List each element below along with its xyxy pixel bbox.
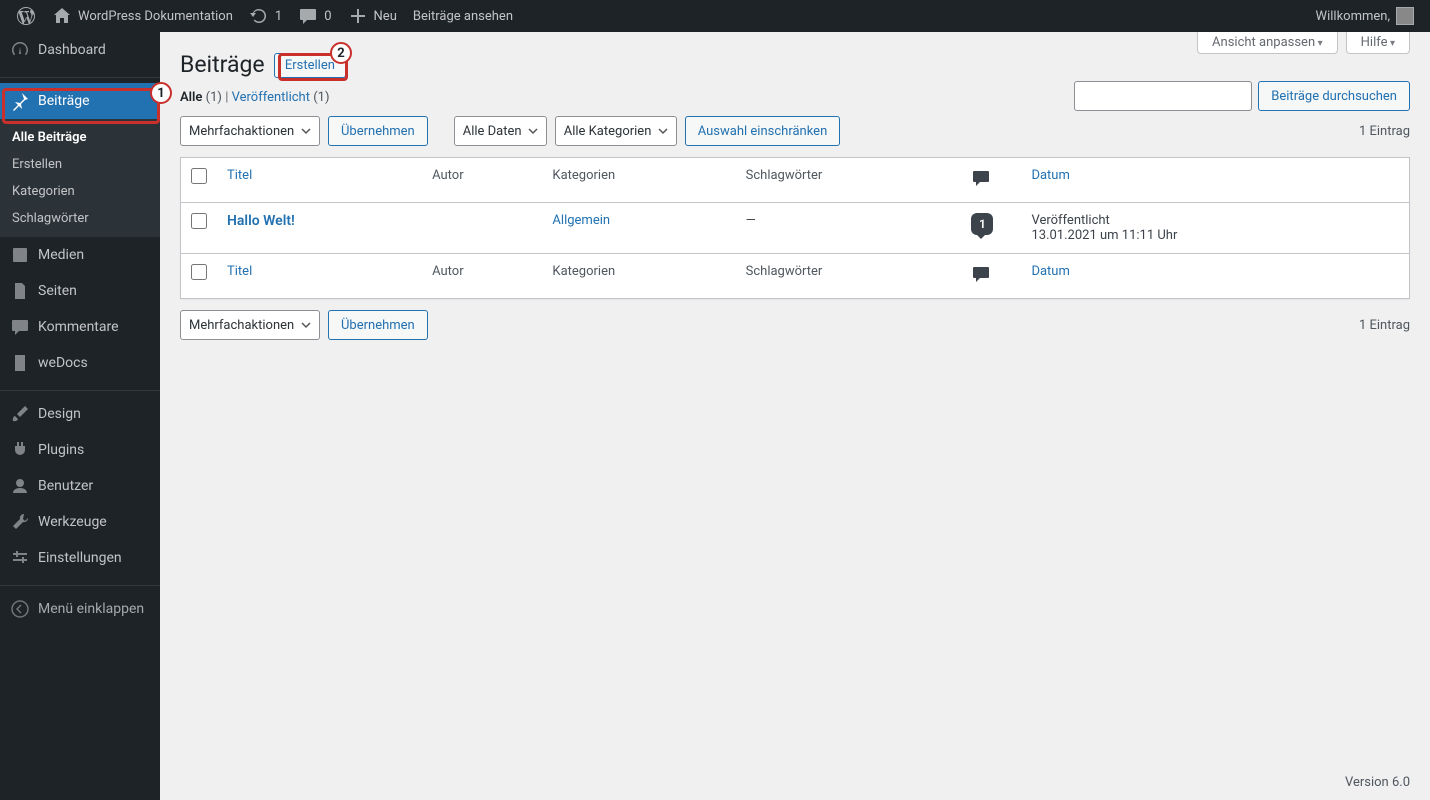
col-categories-ft: Kategorien (542, 253, 735, 298)
wp-logo[interactable] (8, 0, 44, 32)
filter-dates[interactable]: Alle Daten (454, 116, 547, 146)
annotation-2-number: 2 (330, 42, 352, 64)
post-comment-count[interactable]: 1 (971, 213, 993, 235)
wordpress-icon (16, 6, 36, 26)
menu-tools[interactable]: Werkzeuge (0, 504, 160, 540)
brush-icon (10, 404, 30, 424)
col-comments[interactable] (961, 158, 1021, 203)
submenu-all-posts[interactable]: Alle Beiträge (0, 124, 160, 151)
submenu-categories[interactable]: Kategorien (0, 178, 160, 205)
tablenav-bottom: Mehrfachaktionen Übernehmen 1 Eintrag (180, 307, 1410, 343)
tablenav-top: Mehrfachaktionen Übernehmen Alle Daten A… (180, 113, 1410, 149)
submenu-tags[interactable]: Schlagwörter (0, 205, 160, 232)
search-input[interactable] (1074, 81, 1252, 111)
menu-dashboard[interactable]: Dashboard (0, 32, 160, 68)
col-date-ft[interactable]: Datum (1021, 253, 1409, 298)
bulk-apply-top[interactable]: Übernehmen (328, 116, 428, 146)
comments-count: 0 (324, 9, 331, 24)
comment-icon (298, 6, 318, 26)
row-checkbox[interactable] (191, 213, 207, 229)
page-title: Beiträge (180, 42, 265, 82)
menu-comments[interactable]: Kommentare (0, 309, 160, 345)
col-date[interactable]: Datum (1021, 158, 1409, 203)
submenu-create-post[interactable]: Erstellen (0, 151, 160, 178)
media-icon (10, 245, 30, 265)
settings-icon (10, 548, 30, 568)
col-title[interactable]: Titel (217, 158, 422, 203)
col-categories: Kategorien (542, 158, 735, 203)
view-published[interactable]: Veröffentlicht (1) (232, 90, 330, 105)
posts-table: Titel Autor Kategorien Schlagwörter Datu… (180, 157, 1410, 299)
bulk-apply-bottom[interactable]: Übernehmen (328, 310, 428, 340)
screen-options-btn[interactable]: Ansicht anpassen (1197, 32, 1338, 54)
view-all[interactable]: Alle (1) (180, 90, 222, 105)
pages-icon (10, 281, 30, 301)
site-name: WordPress Dokumentation (78, 9, 233, 24)
post-title-link[interactable]: Hallo Welt! (227, 213, 295, 229)
select-all-top[interactable] (191, 168, 207, 184)
help-btn[interactable]: Hilfe (1346, 32, 1410, 54)
welcome-user[interactable]: Willkommen, (1308, 0, 1422, 32)
post-category-link[interactable]: Allgemein (552, 213, 610, 228)
post-date: Veröffentlicht13.01.2021 um 11:11 Uhr (1021, 203, 1409, 253)
site-link[interactable]: WordPress Dokumentation (44, 0, 241, 32)
comment-col-icon (971, 168, 991, 188)
collapse-icon (10, 599, 30, 619)
page-body: Ansicht anpassen Hilfe Beiträge Erstelle… (160, 32, 1430, 800)
menu-plugins[interactable]: Plugins (0, 432, 160, 468)
comments-link[interactable]: 0 (290, 0, 339, 32)
bulk-action-select-top[interactable]: Mehrfachaktionen (180, 116, 320, 146)
menu-users[interactable]: Benutzer (0, 468, 160, 504)
item-count-bottom: 1 Eintrag (1359, 318, 1410, 333)
screen-meta: Ansicht anpassen Hilfe (1197, 32, 1410, 54)
dashboard-icon (10, 40, 30, 60)
col-author-ft: Autor (422, 253, 542, 298)
user-icon (10, 476, 30, 496)
bulk-action-select-bottom[interactable]: Mehrfachaktionen (180, 310, 320, 340)
submenu-posts: Alle Beiträge Erstellen Kategorien Schla… (0, 119, 160, 237)
wrench-icon (10, 512, 30, 532)
select-all-bottom[interactable] (191, 264, 207, 280)
menu-collapse[interactable]: Menü einklappen (0, 591, 160, 627)
col-title-ft[interactable]: Titel (217, 253, 422, 298)
admin-bar: WordPress Dokumentation 1 0 Neu Beiträge… (0, 0, 1430, 32)
admin-menu: Dashboard Beiträge Alle Beiträge Erstell… (0, 32, 160, 800)
menu-posts[interactable]: Beiträge (0, 83, 160, 119)
menu-design[interactable]: Design (0, 396, 160, 432)
plugin-icon (10, 440, 30, 460)
menu-settings[interactable]: Einstellungen (0, 540, 160, 576)
col-tags: Schlagwörter (736, 158, 962, 203)
docs-icon (10, 353, 30, 373)
filter-categories[interactable]: Alle Kategorien (555, 116, 677, 146)
search-box: Beiträge durchsuchen (1074, 81, 1410, 111)
col-comments-ft[interactable] (961, 253, 1021, 298)
comments-icon (10, 317, 30, 337)
home-icon (52, 6, 72, 26)
filter-apply[interactable]: Auswahl einschränken (685, 116, 841, 146)
menu-media[interactable]: Medien (0, 237, 160, 273)
footer-version: Version 6.0 (1345, 775, 1410, 790)
view-posts-link[interactable]: Beiträge ansehen (405, 0, 521, 32)
post-author (422, 203, 542, 253)
refresh-icon (249, 6, 269, 26)
col-tags-ft: Schlagwörter (736, 253, 962, 298)
annotation-1-number: 1 (150, 82, 172, 104)
avatar-icon (1396, 7, 1414, 25)
updates-link[interactable]: 1 (241, 0, 290, 32)
comment-col-icon (971, 264, 991, 284)
pin-icon (10, 91, 30, 111)
search-button[interactable]: Beiträge durchsuchen (1258, 81, 1410, 111)
new-content-link[interactable]: Neu (340, 0, 405, 32)
table-row: Hallo Welt! Allgemein — 1 Veröffentlicht… (181, 203, 1409, 253)
plus-icon (348, 6, 368, 26)
col-author: Autor (422, 158, 542, 203)
new-label: Neu (374, 9, 397, 24)
updates-count: 1 (275, 9, 282, 24)
menu-pages[interactable]: Seiten (0, 273, 160, 309)
menu-wedocs[interactable]: weDocs (0, 345, 160, 381)
post-tags: — (736, 203, 962, 253)
item-count-top: 1 Eintrag (1359, 124, 1410, 139)
